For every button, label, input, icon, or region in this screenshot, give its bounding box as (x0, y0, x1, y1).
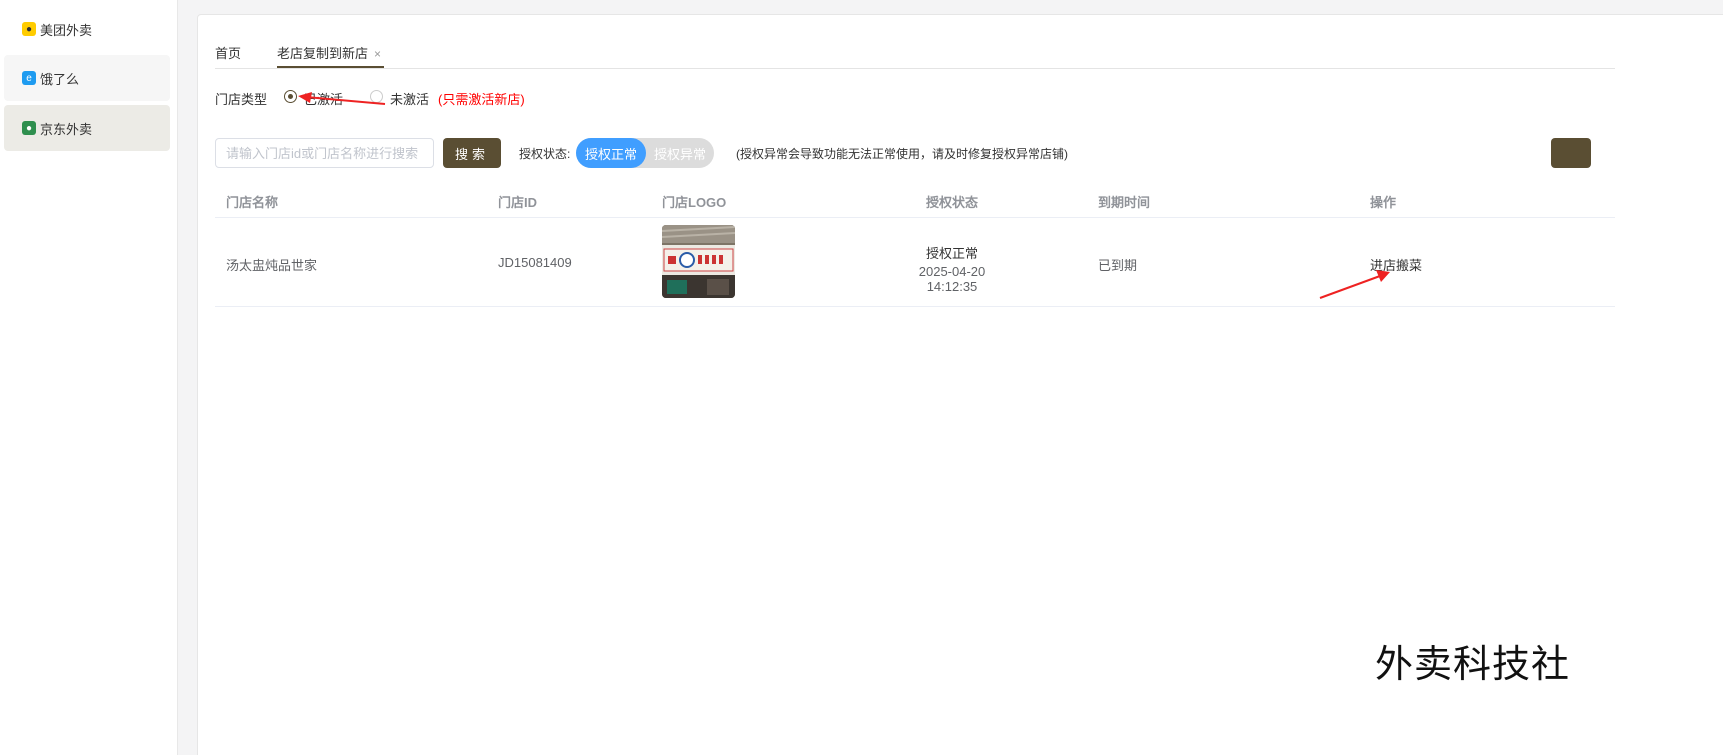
auth-status-toggle[interactable]: 授权正常 授权异常 (576, 138, 714, 168)
tab-label: 老店复制到新店 (277, 46, 369, 61)
col-expire-time: 到期时间 (1098, 195, 1151, 210)
tab-bar: 首页 老店复制到新店 × (215, 30, 1615, 69)
activation-hint: (只需激活新店) (438, 92, 525, 107)
radio-activated[interactable] (284, 90, 297, 103)
sidebar-item-label: 京东外卖 (40, 121, 93, 137)
expire-status: 已到期 (1098, 258, 1138, 273)
watermark-text: 外卖科技社 (1375, 642, 1571, 686)
radio-inactive[interactable] (370, 90, 383, 103)
col-action: 操作 (1370, 195, 1397, 210)
sidebar-item-jd[interactable]: ● 京东外卖 (4, 105, 170, 151)
col-store-id: 门店ID (498, 195, 538, 210)
radio-activated-label[interactable]: 已激活 (304, 89, 343, 108)
jd-icon: ● (22, 121, 36, 135)
active-tab-indicator (277, 66, 384, 68)
radio-inactive-label[interactable]: 未激活 (390, 89, 429, 108)
col-store-logo: 门店LOGO (662, 195, 727, 210)
store-name: 汤太盅炖品世家 (226, 258, 318, 273)
tab-copy-store[interactable]: 老店复制到新店 × (277, 43, 381, 62)
auth-abnormal-option[interactable]: 授权异常 (646, 138, 714, 168)
sidebar-item-label: 美团外卖 (40, 22, 93, 38)
table-header: 门店名称 门店ID 门店LOGO 授权状态 到期时间 操作 (215, 182, 1615, 218)
auth-status-label: 授权状态: (519, 147, 571, 161)
store-logo-image[interactable] (662, 225, 735, 298)
action-button[interactable] (1551, 138, 1591, 168)
auth-status-value: 授权正常 (925, 246, 978, 261)
close-icon[interactable]: × (374, 47, 381, 61)
auth-note: (授权异常会导致功能无法正常使用，请及时修复授权异常店铺) (736, 147, 1068, 161)
tab-home[interactable]: 首页 (215, 43, 241, 62)
storefront-photo (662, 225, 735, 298)
search-button[interactable]: 搜索 (443, 138, 501, 168)
sidebar-item-label: 饿了么 (40, 71, 80, 87)
sidebar-item-meituan[interactable]: ● 美团外卖 (4, 6, 170, 52)
meituan-icon: ● (22, 22, 36, 36)
sidebar-item-eleme[interactable]: e 饿了么 (4, 55, 170, 101)
col-auth-status: 授权状态 (926, 195, 979, 210)
store-type-label: 门店类型 (215, 92, 268, 107)
table-row: 汤太盅炖品世家 JD15081409 授权正常 2025-04-20 14:12… (215, 218, 1615, 307)
enter-store-copy-link[interactable]: 进店搬菜 (1370, 255, 1422, 274)
eleme-icon: e (22, 71, 36, 85)
sidebar: ● 美团外卖 e 饿了么 ● 京东外卖 (0, 0, 178, 755)
search-input[interactable] (215, 138, 434, 168)
col-store-name: 门店名称 (226, 195, 279, 210)
store-id: JD15081409 (498, 255, 572, 270)
auth-time-value: 2025-04-20 14:12:35 (918, 264, 986, 294)
auth-normal-option[interactable]: 授权正常 (576, 138, 646, 168)
